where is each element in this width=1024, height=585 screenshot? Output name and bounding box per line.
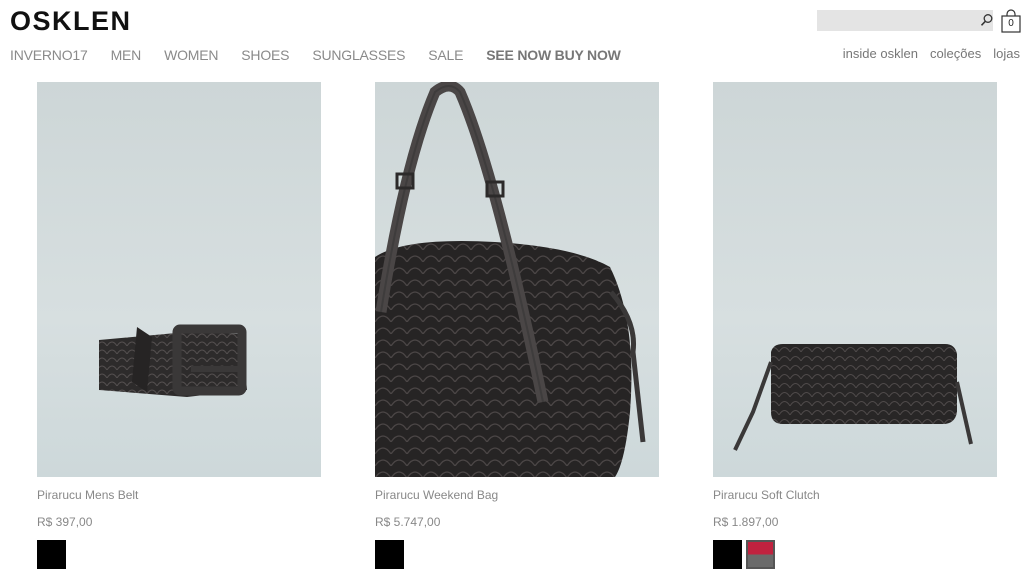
color-swatch-black[interactable] xyxy=(713,540,742,569)
nav-item-sunglasses[interactable]: SUNGLASSES xyxy=(312,47,405,63)
product-card[interactable]: Pirarucu Soft Clutch R$ 1.897,00 xyxy=(713,82,997,569)
weekend-bag-image xyxy=(375,82,646,477)
subnav-item-lojas[interactable]: lojas xyxy=(993,46,1020,61)
product-card[interactable]: Pirarucu Mens Belt R$ 397,00 xyxy=(37,82,321,569)
nav-item-inverno17[interactable]: INVERNO17 xyxy=(10,47,88,63)
color-swatch-red[interactable] xyxy=(746,540,775,569)
product-name[interactable]: Pirarucu Soft Clutch xyxy=(713,488,997,502)
subnav-item-inside-osklen[interactable]: inside osklen xyxy=(843,46,918,61)
soft-clutch-image xyxy=(733,344,973,451)
nav-item-men[interactable]: MEN xyxy=(111,47,142,63)
secondary-nav: inside osklen coleções lojas xyxy=(831,46,1020,61)
search-input[interactable] xyxy=(817,10,978,31)
color-swatch-black[interactable] xyxy=(375,540,404,569)
search-icon[interactable] xyxy=(978,11,993,31)
product-price: R$ 1.897,00 xyxy=(713,515,779,529)
shopping-bag-button[interactable]: 0 xyxy=(1001,9,1021,33)
belt-image xyxy=(99,324,247,397)
product-price: R$ 397,00 xyxy=(37,515,93,529)
product-card[interactable]: Pirarucu Weekend Bag R$ 5.747,00 xyxy=(375,82,659,569)
nav-item-sale[interactable]: SALE xyxy=(428,47,463,63)
color-swatch-black[interactable] xyxy=(37,540,66,569)
nav-item-shoes[interactable]: SHOES xyxy=(241,47,289,63)
nav-item-see-now-buy-now[interactable]: SEE NOW BUY NOW xyxy=(486,47,621,63)
product-image-weekend-bag[interactable] xyxy=(375,82,659,477)
search-box[interactable] xyxy=(817,10,993,31)
main-nav: INVERNO17 MEN WOMEN SHOES SUNGLASSES SAL… xyxy=(10,47,644,63)
product-image-belt[interactable] xyxy=(37,82,321,477)
product-name[interactable]: Pirarucu Mens Belt xyxy=(37,488,321,502)
nav-item-women[interactable]: WOMEN xyxy=(164,47,218,63)
product-name[interactable]: Pirarucu Weekend Bag xyxy=(375,488,659,502)
osklen-logo[interactable]: OSKLEN xyxy=(10,6,132,37)
cart-count: 0 xyxy=(1008,18,1014,29)
product-image-soft-clutch[interactable] xyxy=(713,82,997,477)
product-price: R$ 5.747,00 xyxy=(375,515,441,529)
subnav-item-colecoes[interactable]: coleções xyxy=(930,46,981,61)
